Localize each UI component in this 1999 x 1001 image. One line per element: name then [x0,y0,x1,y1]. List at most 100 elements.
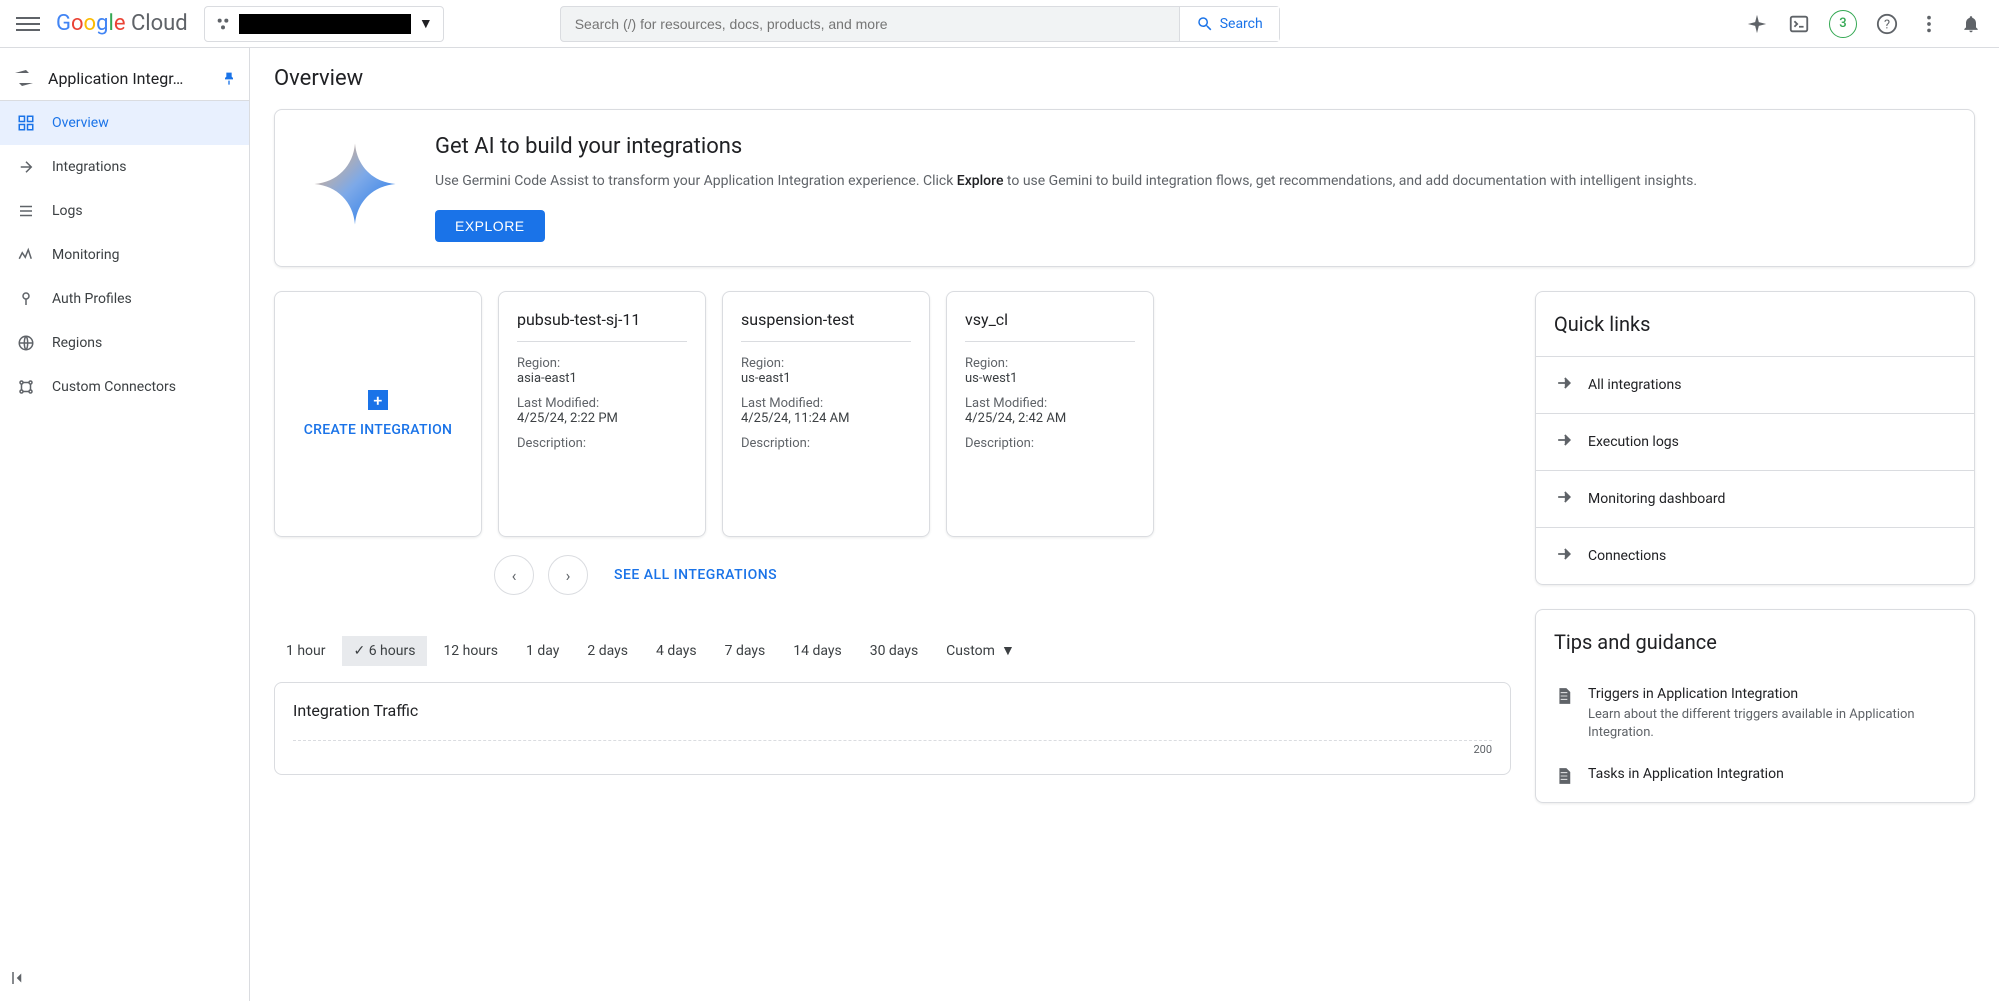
tips-title: Tips and guidance [1536,610,1974,674]
badge-count: 3 [1839,16,1846,31]
gemini-spark-icon [305,134,405,234]
search-input[interactable] [561,16,1179,32]
region-value: us-east1 [741,371,911,386]
arrow-right-icon [1554,430,1574,454]
arrow-right-icon [1554,487,1574,511]
cloud-shell-icon[interactable] [1787,12,1811,36]
search-box: Search [560,6,1280,42]
next-page-button[interactable]: › [548,555,588,595]
arrow-right-icon [1554,373,1574,397]
search-button[interactable]: Search [1179,7,1279,41]
time-range-2-days[interactable]: 2 days [575,636,640,666]
regions-icon [16,333,36,353]
time-range-1-day[interactable]: 1 day [514,636,571,666]
sidebar-title: Application Integr… [48,69,209,88]
quick-link-execution-logs[interactable]: Execution logs [1536,413,1974,470]
time-range-7-days[interactable]: 7 days [713,636,778,666]
region-value: asia-east1 [517,371,687,386]
sidebar-item-integrations[interactable]: Integrations [0,145,249,189]
promo-title: Get AI to build your integrations [435,134,1697,159]
modified-label: Last Modified: [741,396,911,411]
custom-label: Custom [946,643,995,659]
tip-item[interactable]: Triggers in Application IntegrationLearn… [1536,674,1974,754]
connectors-icon [16,377,36,397]
sidebar-item-custom-connectors[interactable]: Custom Connectors [0,365,249,409]
quick-link-label: Execution logs [1588,434,1679,450]
explore-button[interactable]: EXPLORE [435,210,545,242]
create-integration-card[interactable]: +CREATE INTEGRATION [274,291,482,537]
time-range-30-days[interactable]: 30 days [858,636,930,666]
ai-promo-card: Get AI to build your integrations Use Ge… [274,109,1975,267]
modified-value: 4/25/24, 2:22 PM [517,411,687,426]
dropdown-icon: ▼ [1001,642,1015,659]
quick-link-connections[interactable]: Connections [1536,527,1974,584]
search-icon [1196,15,1214,33]
gemini-icon[interactable] [1745,12,1769,36]
dropdown-icon: ▼ [419,15,433,32]
quick-link-label: Connections [1588,548,1666,564]
google-cloud-logo[interactable]: Google Cloud [56,11,188,36]
modified-value: 4/25/24, 11:24 AM [741,411,911,426]
modified-label: Last Modified: [517,396,687,411]
more-icon[interactable] [1917,12,1941,36]
document-icon [1554,766,1574,790]
prev-page-button[interactable]: ‹ [494,555,534,595]
time-range-6-hours[interactable]: 6 hours [342,636,428,666]
sidebar-item-auth-profiles[interactable]: Auth Profiles [0,277,249,321]
time-range-1-hour[interactable]: 1 hour [274,636,338,666]
tips-panel: Tips and guidance Triggers in Applicatio… [1535,609,1975,803]
arrow-right-icon [1554,544,1574,568]
description-label: Description: [741,436,911,451]
notifications-icon[interactable] [1959,12,1983,36]
integration-name: pubsub-test-sj-11 [517,310,687,342]
modified-label: Last Modified: [965,396,1135,411]
quick-link-monitoring-dashboard[interactable]: Monitoring dashboard [1536,470,1974,527]
quick-link-all-integrations[interactable]: All integrations [1536,356,1974,413]
traffic-title: Integration Traffic [293,701,1492,720]
collapse-sidebar-icon[interactable] [10,969,28,991]
sidebar-item-overview[interactable]: Overview [0,101,249,145]
description-label: Description: [517,436,687,451]
time-range-custom[interactable]: Custom ▼ [934,635,1027,666]
sidebar: Application Integr… Overview Integrations… [0,48,250,1001]
sidebar-item-label: Integrations [52,159,126,175]
main-content: Overview Get AI to build your integratio… [250,48,1999,1001]
tip-title: Tasks in Application Integration [1588,766,1784,782]
auth-icon [16,289,36,309]
time-range-12-hours[interactable]: 12 hours [431,636,510,666]
integration-name: suspension-test [741,310,911,342]
description-label: Description: [965,436,1135,451]
sidebar-item-monitoring[interactable]: Monitoring [0,233,249,277]
project-picker[interactable]: ▼ [204,6,444,42]
svg-text:?: ? [1884,17,1890,32]
sidebar-item-label: Auth Profiles [52,291,132,307]
traffic-y-max: 200 [293,740,1492,756]
tip-item[interactable]: Tasks in Application Integration [1536,754,1974,802]
time-range-14-days[interactable]: 14 days [781,636,853,666]
modified-value: 4/25/24, 2:42 AM [965,411,1135,426]
help-icon[interactable]: ? [1875,12,1899,36]
integration-card[interactable]: vsy_cl Region:us-west1 Last Modified:4/2… [946,291,1154,537]
menu-icon[interactable] [16,12,40,36]
integration-card[interactable]: pubsub-test-sj-11 Region:asia-east1 Last… [498,291,706,537]
promo-text: Use Germini Code Assist to transform you… [435,171,1697,192]
project-icon [215,16,231,32]
pin-icon[interactable] [221,70,237,86]
sidebar-item-logs[interactable]: Logs [0,189,249,233]
sidebar-item-label: Regions [52,335,102,351]
trial-badge[interactable]: 3 [1829,10,1857,38]
sidebar-item-label: Monitoring [52,247,120,263]
time-range-4-days[interactable]: 4 days [644,636,709,666]
sidebar-item-label: Logs [52,203,83,219]
tip-title: Triggers in Application Integration [1588,686,1956,702]
integration-traffic-card: Integration Traffic 200 [274,682,1511,775]
sidebar-item-regions[interactable]: Regions [0,321,249,365]
create-integration-label: CREATE INTEGRATION [304,422,453,438]
monitoring-icon [16,245,36,265]
region-label: Region: [741,356,911,371]
sidebar-header: Application Integr… [0,56,249,101]
search-label: Search [1220,16,1263,32]
see-all-integrations-link[interactable]: SEE ALL INTEGRATIONS [614,567,777,583]
integration-name: vsy_cl [965,310,1135,342]
integration-card[interactable]: suspension-test Region:us-east1 Last Mod… [722,291,930,537]
